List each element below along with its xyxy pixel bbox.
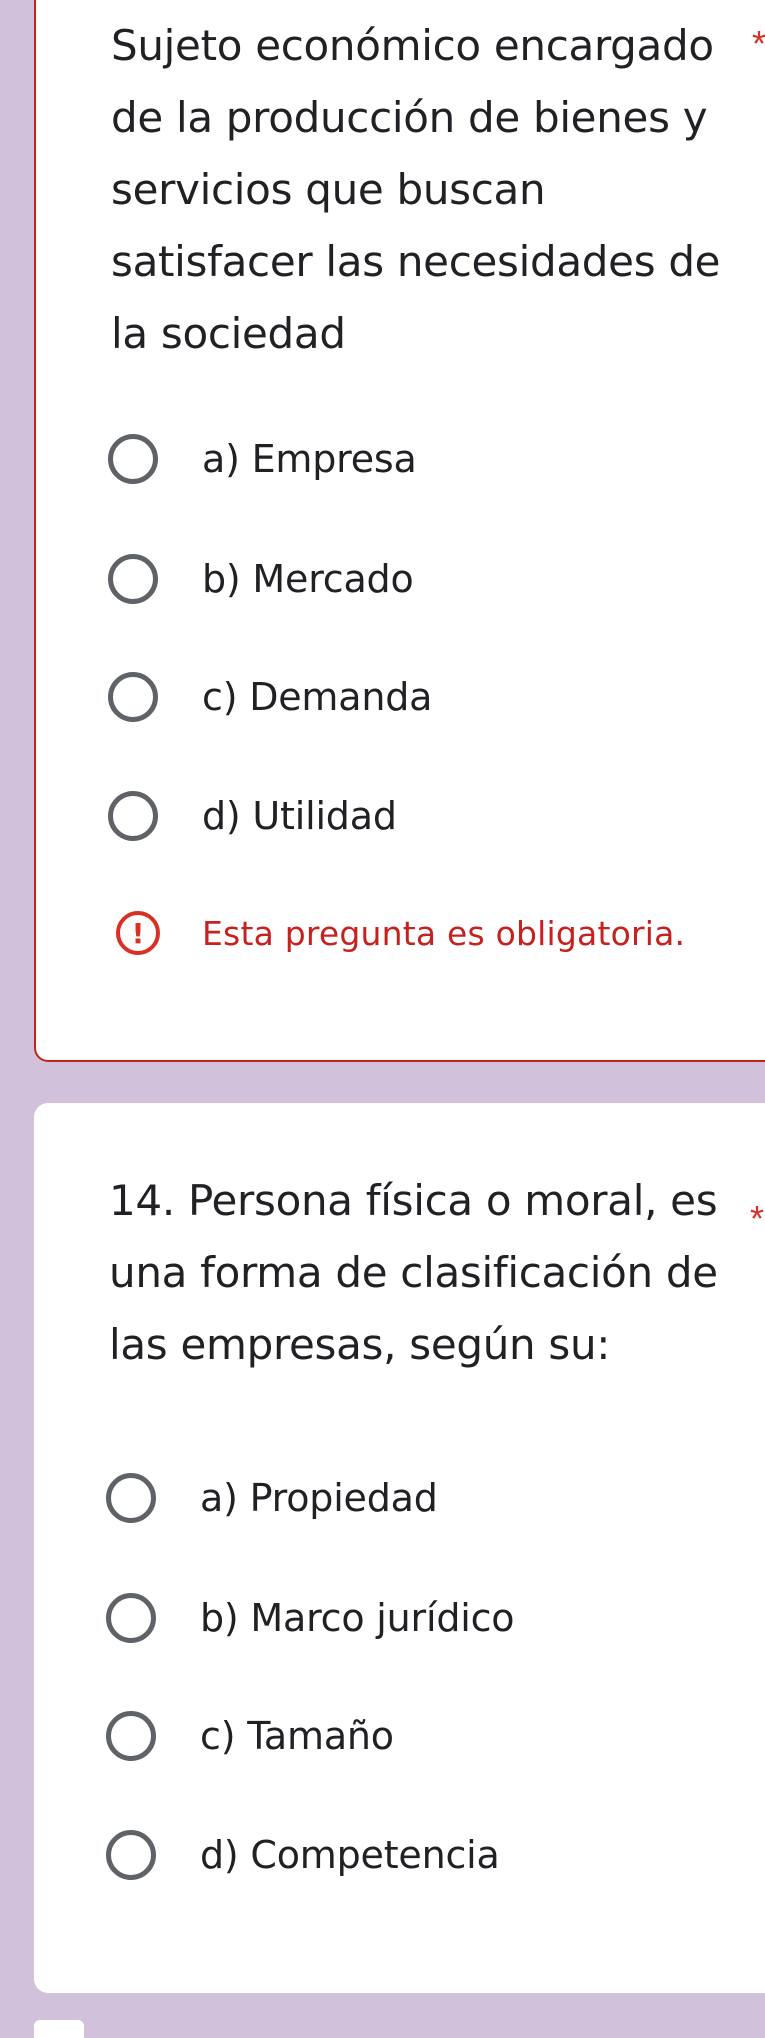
radio-button-icon[interactable] [106, 1830, 156, 1880]
option-label: c) Demanda [202, 675, 433, 719]
question-card-13: Sujeto económico encargado de la producc… [34, 0, 765, 1062]
radio-button-icon[interactable] [108, 434, 158, 484]
radio-button-icon[interactable] [108, 672, 158, 722]
option-tamano[interactable]: c) Tamaño [106, 1701, 706, 1771]
option-marco-juridico[interactable]: b) Marco jurídico [106, 1583, 706, 1653]
radio-button-icon[interactable] [108, 791, 158, 841]
option-propiedad[interactable]: a) Propiedad [106, 1463, 706, 1533]
question-text: Sujeto económico encargado de la producc… [111, 21, 721, 358]
option-mercado[interactable]: b) Mercado [108, 544, 708, 614]
next-card-edge [34, 2020, 84, 2038]
question-card-14: 14. Persona física o moral, es una forma… [34, 1103, 765, 1993]
option-label: d) Competencia [200, 1833, 500, 1877]
option-label: c) Tamaño [200, 1714, 394, 1758]
error-exclamation-icon: ! [116, 911, 160, 955]
radio-button-icon[interactable] [108, 554, 158, 604]
option-competencia[interactable]: d) Competencia [106, 1820, 706, 1890]
option-demanda[interactable]: c) Demanda [108, 662, 708, 732]
required-error: ! Esta pregunta es obligatoria. [116, 908, 685, 958]
option-label: a) Empresa [202, 437, 417, 481]
error-message: Esta pregunta es obligatoria. [202, 913, 686, 953]
option-label: d) Utilidad [202, 794, 397, 838]
required-asterisk: * [750, 1198, 765, 1239]
required-asterisk: * [752, 23, 765, 64]
option-label: b) Mercado [202, 557, 414, 601]
question-text: 14. Persona física o moral, es una forma… [109, 1176, 718, 1369]
radio-button-icon[interactable] [106, 1473, 156, 1523]
radio-button-icon[interactable] [106, 1711, 156, 1761]
option-label: a) Propiedad [200, 1476, 438, 1520]
option-utilidad[interactable]: d) Utilidad [108, 781, 708, 851]
option-label: b) Marco jurídico [200, 1596, 515, 1640]
option-empresa[interactable]: a) Empresa [108, 424, 708, 494]
radio-button-icon[interactable] [106, 1593, 156, 1643]
